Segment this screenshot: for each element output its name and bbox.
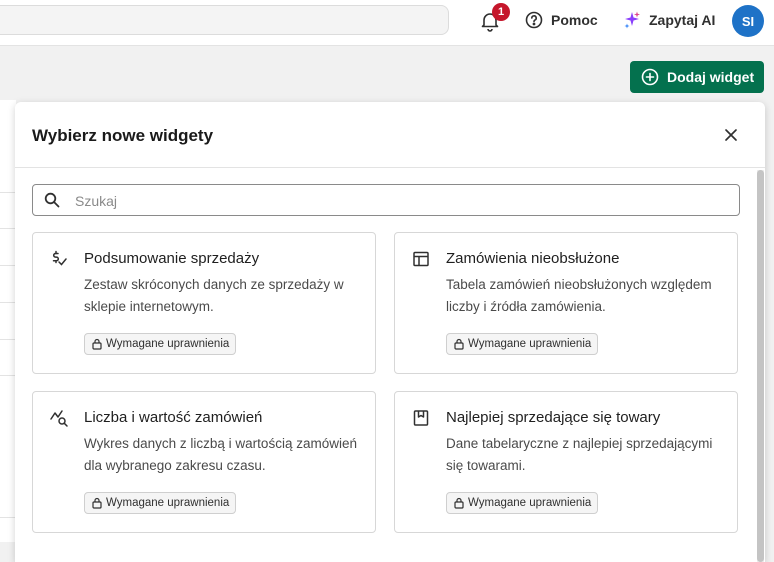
- card-title: Najlepiej sprzedające się towary: [446, 409, 661, 426]
- widget-picker-modal: Wybierz nowe widgety Podsumowanie sprzed…: [15, 102, 765, 562]
- ask-ai-button[interactable]: Zapytaj AI: [623, 11, 715, 29]
- widget-search-field[interactable]: [32, 184, 740, 217]
- background-divider: [0, 192, 16, 193]
- card-title: Zamówienia nieobsłużone: [446, 250, 620, 267]
- plus-circle-icon: [641, 68, 659, 86]
- notification-count-badge: 1: [492, 3, 510, 21]
- permission-badge-label: Wymagane uprawnienia: [468, 497, 592, 509]
- modal-divider: [15, 167, 765, 168]
- lock-icon: [454, 338, 464, 350]
- permission-badge: Wymagane uprawnienia: [446, 492, 599, 514]
- lock-icon: [92, 338, 102, 350]
- card-description: Zestaw skróconych danych ze sprzedaży w …: [84, 277, 344, 314]
- widget-card-orders-count-value[interactable]: Liczba i wartość zamówień Wykres danych …: [32, 391, 376, 533]
- search-icon: [44, 192, 60, 208]
- permission-badge-label: Wymagane uprawnienia: [106, 497, 230, 509]
- widget-card-best-sellers[interactable]: Najlepiej sprzedające się towary Dane ta…: [394, 391, 738, 533]
- card-description: Tabela zamówień nieobsłużonych względem …: [446, 277, 712, 314]
- card-description: Dane tabelaryczne z najlepiej sprzedając…: [446, 436, 713, 473]
- top-bar: 1 Pomoc Zapytaj AI SI: [0, 0, 774, 46]
- background-divider: [0, 375, 16, 376]
- permission-badge: Wymagane uprawnienia: [84, 492, 237, 514]
- sales-summary-icon: [52, 250, 67, 266]
- close-icon: [725, 129, 737, 141]
- table-icon: [413, 251, 429, 267]
- card-description: Wykres danych z liczbą i wartością zamów…: [84, 436, 357, 473]
- question-circle-icon: [525, 11, 543, 29]
- search-input[interactable]: [73, 185, 727, 217]
- permission-badge: Wymagane uprawnienia: [446, 333, 599, 355]
- sparkle-icon: [624, 11, 640, 29]
- widget-card-unfulfilled-orders[interactable]: Zamówienia nieobsłużone Tabela zamówień …: [394, 232, 738, 374]
- add-widget-label: Dodaj widget: [667, 69, 755, 85]
- permission-badge: Wymagane uprawnienia: [84, 333, 237, 355]
- background-divider: [0, 339, 16, 340]
- global-search-bar[interactable]: [0, 5, 449, 35]
- background-divider: [0, 228, 16, 229]
- permission-badge-label: Wymagane uprawnienia: [106, 338, 230, 350]
- help-label: Pomoc: [551, 12, 598, 28]
- background-divider: [0, 302, 16, 303]
- lock-icon: [454, 497, 464, 509]
- background-divider: [0, 265, 16, 266]
- background-divider: [0, 517, 16, 518]
- help-button[interactable]: Pomoc: [525, 11, 598, 29]
- permission-badge-label: Wymagane uprawnienia: [468, 338, 592, 350]
- card-title: Podsumowanie sprzedaży: [84, 250, 260, 267]
- add-widget-button[interactable]: Dodaj widget: [630, 61, 764, 93]
- modal-title: Wybierz nowe widgety: [32, 126, 214, 145]
- background-table-edge: [0, 100, 16, 542]
- ask-ai-label: Zapytaj AI: [649, 12, 716, 28]
- user-avatar[interactable]: SI: [732, 5, 764, 37]
- bookmark-box-icon: [413, 410, 429, 426]
- card-title: Liczba i wartość zamówień: [84, 409, 263, 426]
- close-button[interactable]: [721, 125, 741, 145]
- modal-scrollbar-thumb[interactable]: [757, 170, 764, 562]
- widget-card-sales-summary[interactable]: Podsumowanie sprzedaży Zestaw skróconych…: [32, 232, 376, 374]
- lock-icon: [92, 497, 102, 509]
- chart-search-icon: [50, 410, 68, 427]
